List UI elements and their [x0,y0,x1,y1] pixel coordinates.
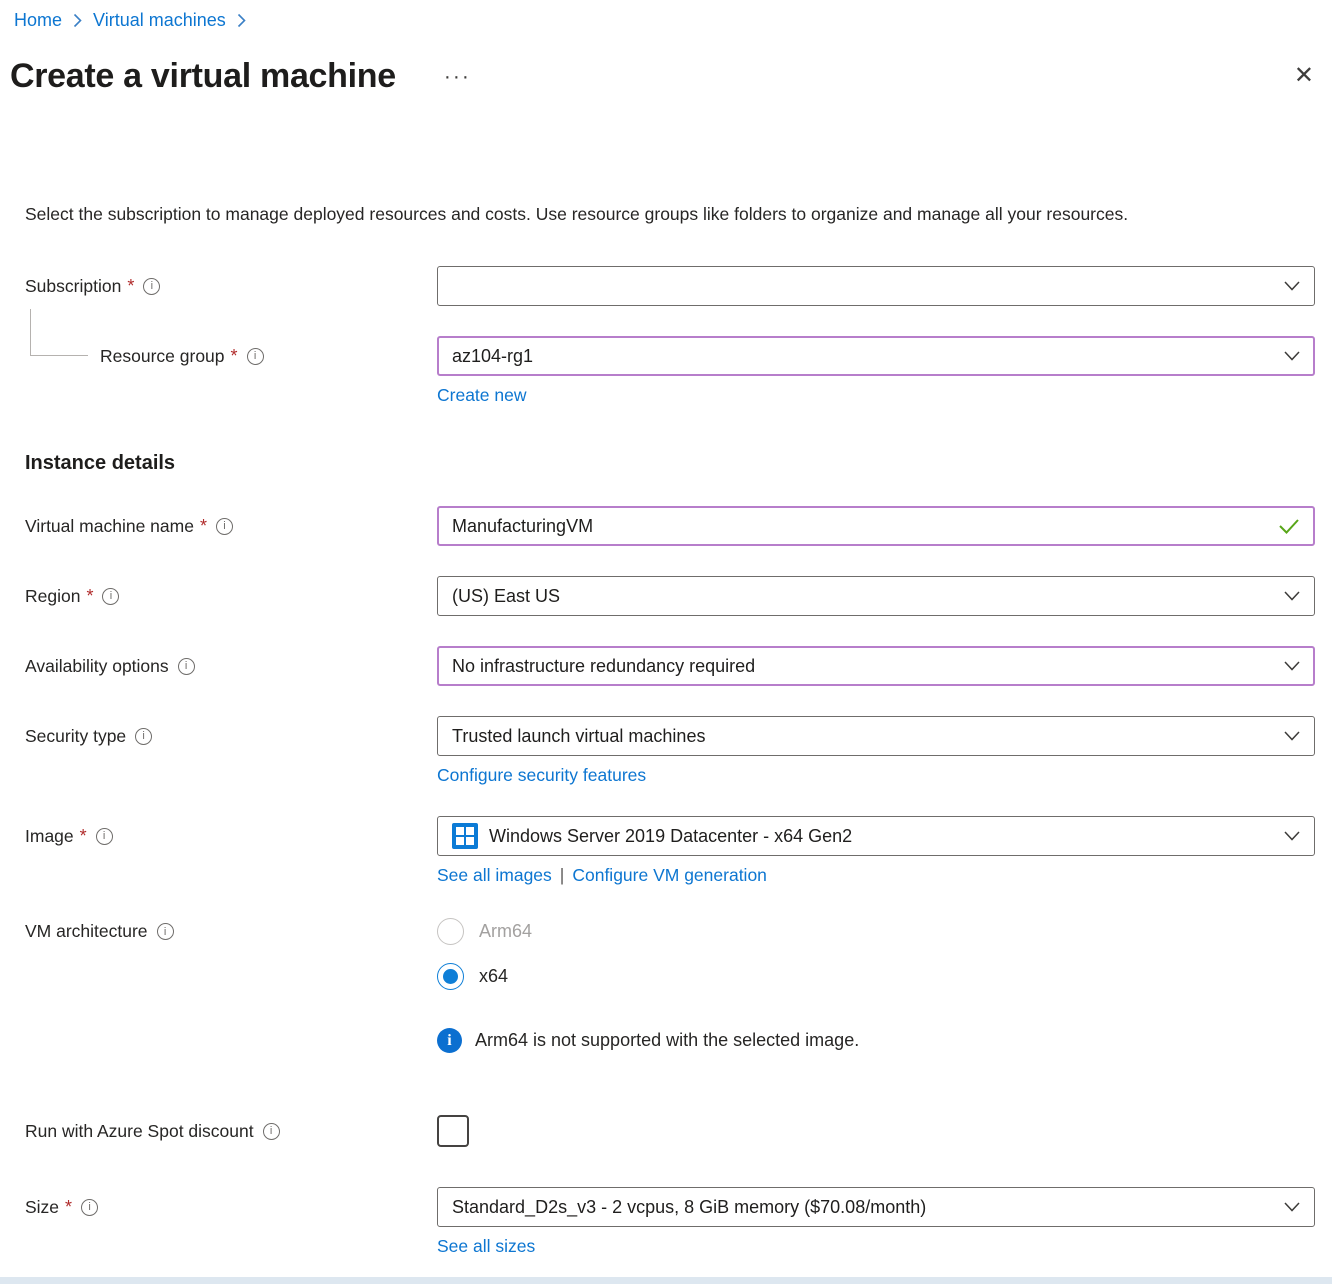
architecture-info-message: i Arm64 is not supported with the select… [437,1028,1315,1053]
breadcrumb: Home Virtual machines [0,0,1332,31]
required-marker: * [231,346,238,367]
info-icon[interactable]: i [96,828,113,845]
valid-check-icon [1278,518,1300,534]
chevron-down-icon [1284,591,1300,601]
availability-options-row: Availability options i No infrastructure… [0,646,1332,686]
windows-logo-icon [452,823,478,849]
radio-unselected-icon [437,918,464,945]
required-marker: * [65,1197,72,1218]
more-options-icon[interactable]: ··· [444,66,471,87]
security-type-value: Trusted launch virtual machines [452,726,1272,747]
vm-name-row: Virtual machine name * i ManufacturingVM [0,506,1332,546]
image-label: Image [25,826,74,847]
link-separator: | [560,865,565,885]
subscription-select[interactable] [437,266,1315,306]
availability-options-value: No infrastructure redundancy required [452,656,1272,677]
resource-group-value: az104-rg1 [452,346,1272,367]
resource-group-label: Resource group [100,346,225,367]
tree-connector [30,309,88,356]
chevron-down-icon [1284,1202,1300,1212]
info-icon[interactable]: i [157,923,174,940]
see-all-images-link[interactable]: See all images [437,865,552,885]
info-icon[interactable]: i [247,348,264,365]
info-filled-icon: i [437,1028,462,1053]
region-row: Region * i (US) East US [0,576,1332,616]
info-icon[interactable]: i [216,518,233,535]
region-value: (US) East US [452,586,1272,607]
security-type-select[interactable]: Trusted launch virtual machines [437,716,1315,756]
size-select[interactable]: Standard_D2s_v3 - 2 vcpus, 8 GiB memory … [437,1187,1315,1227]
breadcrumb-link-home[interactable]: Home [14,10,62,31]
subscription-label: Subscription [25,276,121,297]
chevron-down-icon [1284,281,1300,291]
radio-selected-icon [437,963,464,990]
breadcrumb-link-virtual-machines[interactable]: Virtual machines [93,10,226,31]
region-select[interactable]: (US) East US [437,576,1315,616]
info-icon[interactable]: i [102,588,119,605]
region-label: Region [25,586,80,607]
instance-details-heading: Instance details [25,452,1332,480]
info-icon[interactable]: i [135,728,152,745]
vm-name-value: ManufacturingVM [452,516,1266,537]
configure-vm-generation-link[interactable]: Configure VM generation [572,865,767,885]
arm64-radio-label: Arm64 [479,921,532,942]
required-marker: * [80,826,87,847]
create-new-link[interactable]: Create new [437,385,527,406]
see-all-sizes-link[interactable]: See all sizes [437,1236,535,1257]
resource-group-select[interactable]: az104-rg1 [437,336,1315,376]
image-value: Windows Server 2019 Datacenter - x64 Gen… [489,826,1272,847]
availability-options-label: Availability options [25,656,169,677]
image-links: See all images | Configure VM generation [437,865,767,886]
image-row: Image * i Windows Server 2019 Datacenter… [0,816,1332,886]
resource-group-row: Resource group * i az104-rg1 Create new [0,336,1332,406]
close-icon[interactable]: ✕ [1294,64,1314,88]
chevron-down-icon [1284,661,1300,671]
subscription-row: Subscription * i [0,266,1332,306]
basics-form: Subscription * i Resource group * i [0,266,1332,1257]
info-icon[interactable]: i [81,1199,98,1216]
info-icon[interactable]: i [263,1123,280,1140]
azure-spot-label: Run with Azure Spot discount [25,1121,254,1142]
architecture-info-text: Arm64 is not supported with the selected… [475,1030,859,1051]
info-icon[interactable]: i [178,658,195,675]
x64-radio-label: x64 [479,966,508,987]
size-row: Size * i Standard_D2s_v3 - 2 vcpus, 8 Gi… [0,1187,1332,1257]
intro-text: Select the subscription to manage deploy… [25,199,1287,230]
chevron-down-icon [1284,351,1300,361]
size-label: Size [25,1197,59,1218]
vm-name-input[interactable]: ManufacturingVM [437,506,1315,546]
required-marker: * [200,516,207,537]
required-marker: * [127,276,134,297]
create-vm-page: Home Virtual machines Create a virtual m… [0,0,1332,1284]
chevron-down-icon [1284,831,1300,841]
chevron-right-icon [237,13,246,28]
availability-options-select[interactable]: No infrastructure redundancy required [437,646,1315,686]
x64-radio-option[interactable]: x64 [437,963,1315,990]
footer-edge [0,1277,1332,1284]
page-header: Create a virtual machine ··· ✕ [10,53,1314,99]
chevron-right-icon [73,13,82,28]
vm-architecture-label: VM architecture [25,921,148,942]
required-marker: * [86,586,93,607]
size-value: Standard_D2s_v3 - 2 vcpus, 8 GiB memory … [452,1197,1272,1218]
vm-name-label: Virtual machine name [25,516,194,537]
image-select[interactable]: Windows Server 2019 Datacenter - x64 Gen… [437,816,1315,856]
page-title: Create a virtual machine [10,57,396,96]
vm-architecture-row: VM architecture i Arm64 x64 i Arm64 is n… [0,918,1332,1053]
arm64-radio-option[interactable]: Arm64 [437,918,1315,945]
configure-security-features-link[interactable]: Configure security features [437,765,646,786]
azure-spot-row: Run with Azure Spot discount i [0,1115,1332,1147]
chevron-down-icon [1284,731,1300,741]
security-type-label: Security type [25,726,126,747]
azure-spot-checkbox[interactable] [437,1115,469,1147]
info-icon[interactable]: i [143,278,160,295]
security-type-row: Security type i Trusted launch virtual m… [0,716,1332,786]
